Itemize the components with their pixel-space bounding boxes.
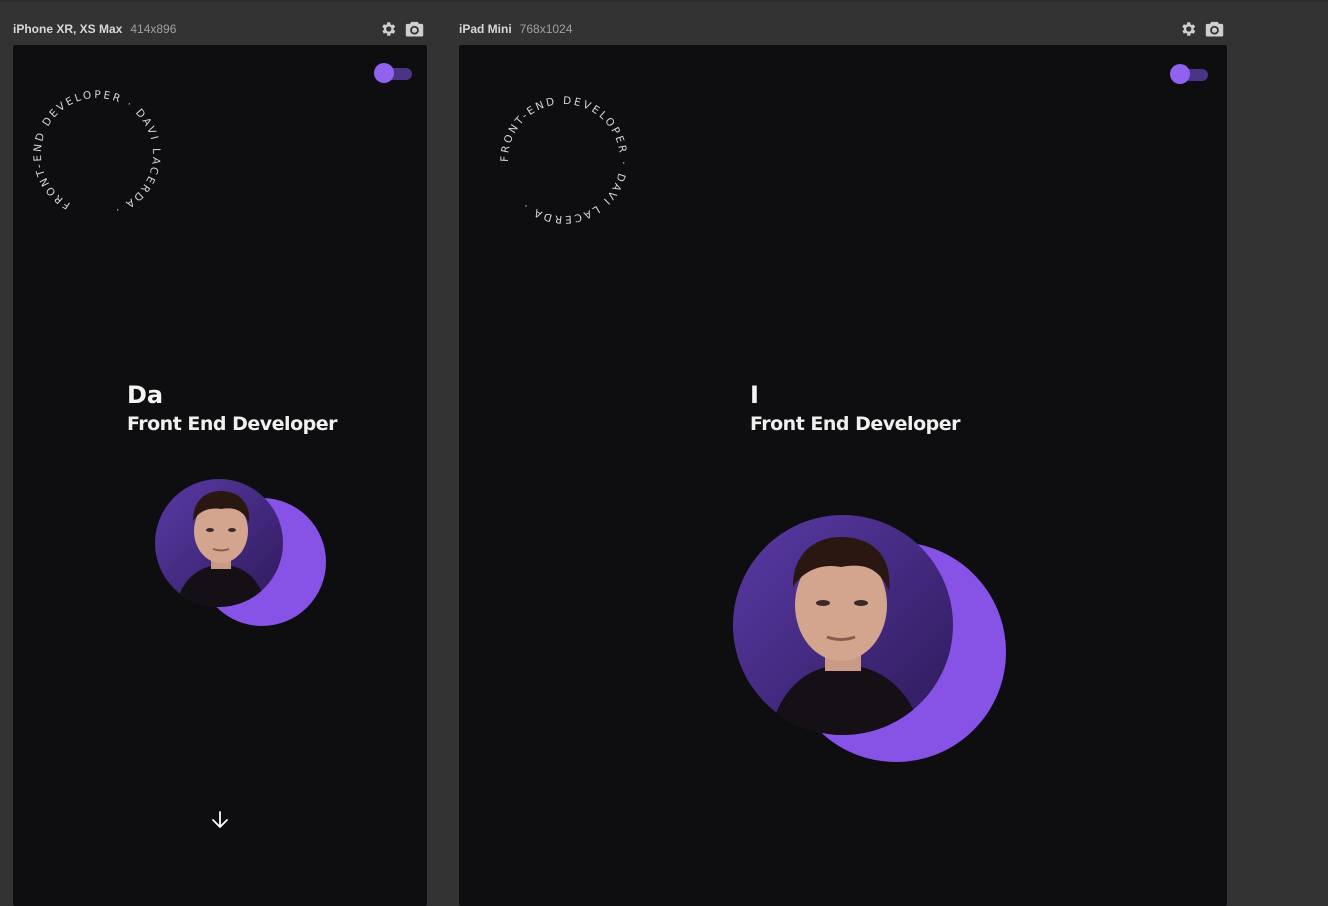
avatar [733, 515, 953, 735]
device-tools [379, 20, 424, 38]
toggle-knob [1170, 64, 1190, 84]
avatar-group [733, 515, 1008, 765]
device-header: iPhone XR, XS Max 414x896 [13, 18, 176, 40]
device-size: 414x896 [130, 22, 177, 36]
gear-icon[interactable] [379, 20, 397, 38]
device-name: iPad Mini [459, 22, 512, 36]
camera-icon[interactable] [1205, 20, 1224, 38]
top-border [0, 0, 1328, 2]
theme-toggle[interactable] [1170, 64, 1208, 84]
gear-icon[interactable] [1179, 20, 1197, 38]
circle-text: FRONT-END DEVELOPER · DAVI LACERDA · [497, 93, 632, 228]
rotating-name-badge: FRONT-END DEVELOPER · DAVI LACERDA · [27, 84, 167, 224]
circle-text: FRONT-END DEVELOPER · DAVI LACERDA · [27, 84, 167, 224]
device-size: 768x1024 [519, 22, 573, 36]
typed-heading: I [750, 381, 759, 409]
camera-icon[interactable] [405, 20, 424, 38]
device-header: iPad Mini 768x1024 [459, 18, 572, 40]
avatar [155, 479, 283, 607]
device-name: iPhone XR, XS Max [13, 22, 123, 36]
role-subtitle: Front End Developer [127, 413, 337, 435]
device-screen-ipad: FRONT-END DEVELOPER · DAVI LACERDA · I F… [459, 45, 1227, 906]
role-subtitle: Front End Developer [750, 413, 960, 435]
toggle-knob [374, 63, 394, 83]
arrow-down-icon[interactable] [210, 810, 230, 830]
typed-heading: Da [127, 381, 164, 409]
rotating-name-badge: FRONT-END DEVELOPER · DAVI LACERDA · [497, 93, 632, 228]
theme-toggle[interactable] [374, 63, 412, 83]
avatar-group [155, 479, 330, 631]
device-tools [1179, 20, 1224, 38]
device-screen-iphone: FRONT-END DEVELOPER · DAVI LACERDA · Da … [13, 45, 427, 906]
